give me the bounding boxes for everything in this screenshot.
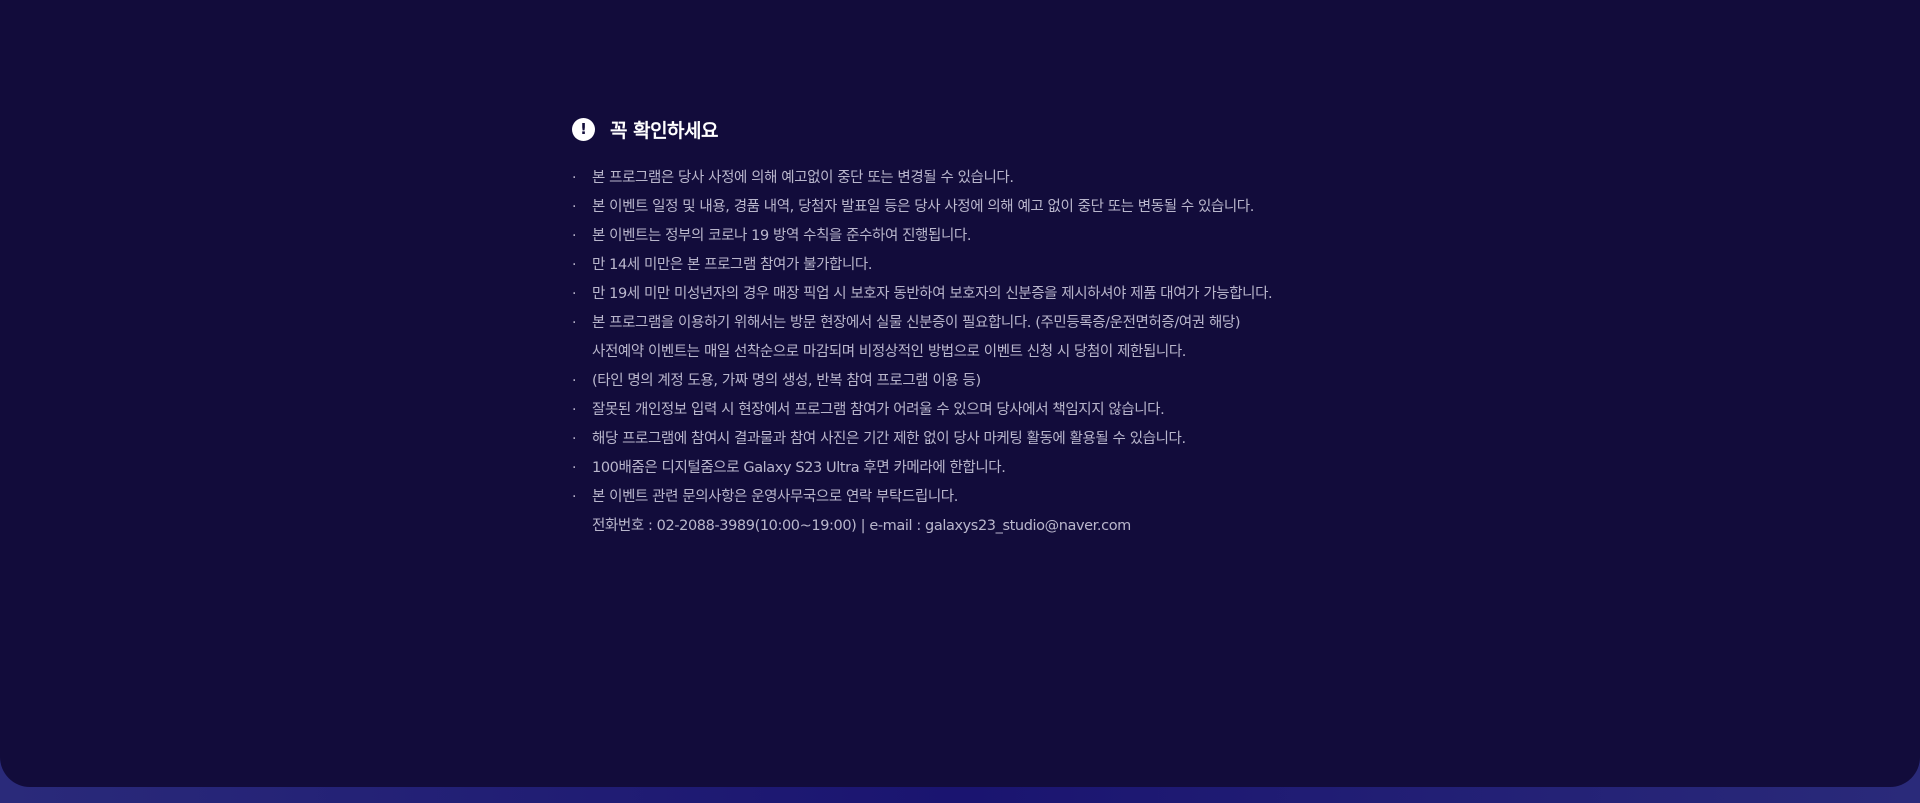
notice-section: ! 꼭 확인하세요 본 프로그램은 당사 사정에 의해 예고없이 중단 또는 변… — [572, 114, 1472, 541]
notice-item: 본 프로그램은 당사 사정에 의해 예고없이 중단 또는 변경될 수 있습니다. — [572, 164, 1472, 193]
notice-item: 만 19세 미만 미성년자의 경우 매장 픽업 시 보호자 동반하여 보호자의 … — [572, 280, 1472, 309]
notice-list: 본 프로그램은 당사 사정에 의해 예고없이 중단 또는 변경될 수 있습니다.… — [572, 164, 1472, 541]
notice-item: 100배줌은 디지털줌으로 Galaxy S23 Ultra 후면 카메라에 한… — [572, 454, 1472, 483]
notice-item: 본 이벤트 관련 문의사항은 운영사무국으로 연락 부탁드립니다. — [572, 483, 1472, 512]
notice-item: (타인 명의 계정 도용, 가짜 명의 생성, 반복 참여 프로그램 이용 등) — [572, 367, 1472, 396]
notice-item-continuation: 사전예약 이벤트는 매일 선착순으로 마감되며 비정상적인 방법으로 이벤트 신… — [592, 344, 1186, 360]
notice-header: ! 꼭 확인하세요 — [572, 114, 1472, 144]
notice-item-continuation: 전화번호 : 02-2088-3989(10:00~19:00) | e-mai… — [592, 518, 1131, 534]
notice-panel: ! 꼭 확인하세요 본 프로그램은 당사 사정에 의해 예고없이 중단 또는 변… — [0, 0, 1920, 787]
notice-item: 잘못된 개인정보 입력 시 현장에서 프로그램 참여가 어려울 수 있으며 당사… — [572, 396, 1472, 425]
notice-item: 본 이벤트 일정 및 내용, 경품 내역, 당첨자 발표일 등은 당사 사정에 … — [572, 193, 1472, 222]
notice-item: 본 프로그램을 이용하기 위해서는 방문 현장에서 실물 신분증이 필요합니다.… — [572, 309, 1472, 338]
notice-item: 해당 프로그램에 참여시 결과물과 참여 사진은 기간 제한 없이 당사 마케팅… — [572, 425, 1472, 454]
exclamation-icon: ! — [572, 117, 595, 141]
notice-title: 꼭 확인하세요 — [610, 119, 719, 142]
notice-item: 본 이벤트는 정부의 코로나 19 방역 수칙을 준수하여 진행됩니다. — [572, 222, 1472, 251]
notice-item: 만 14세 미만은 본 프로그램 참여가 불가합니다. — [572, 251, 1472, 280]
